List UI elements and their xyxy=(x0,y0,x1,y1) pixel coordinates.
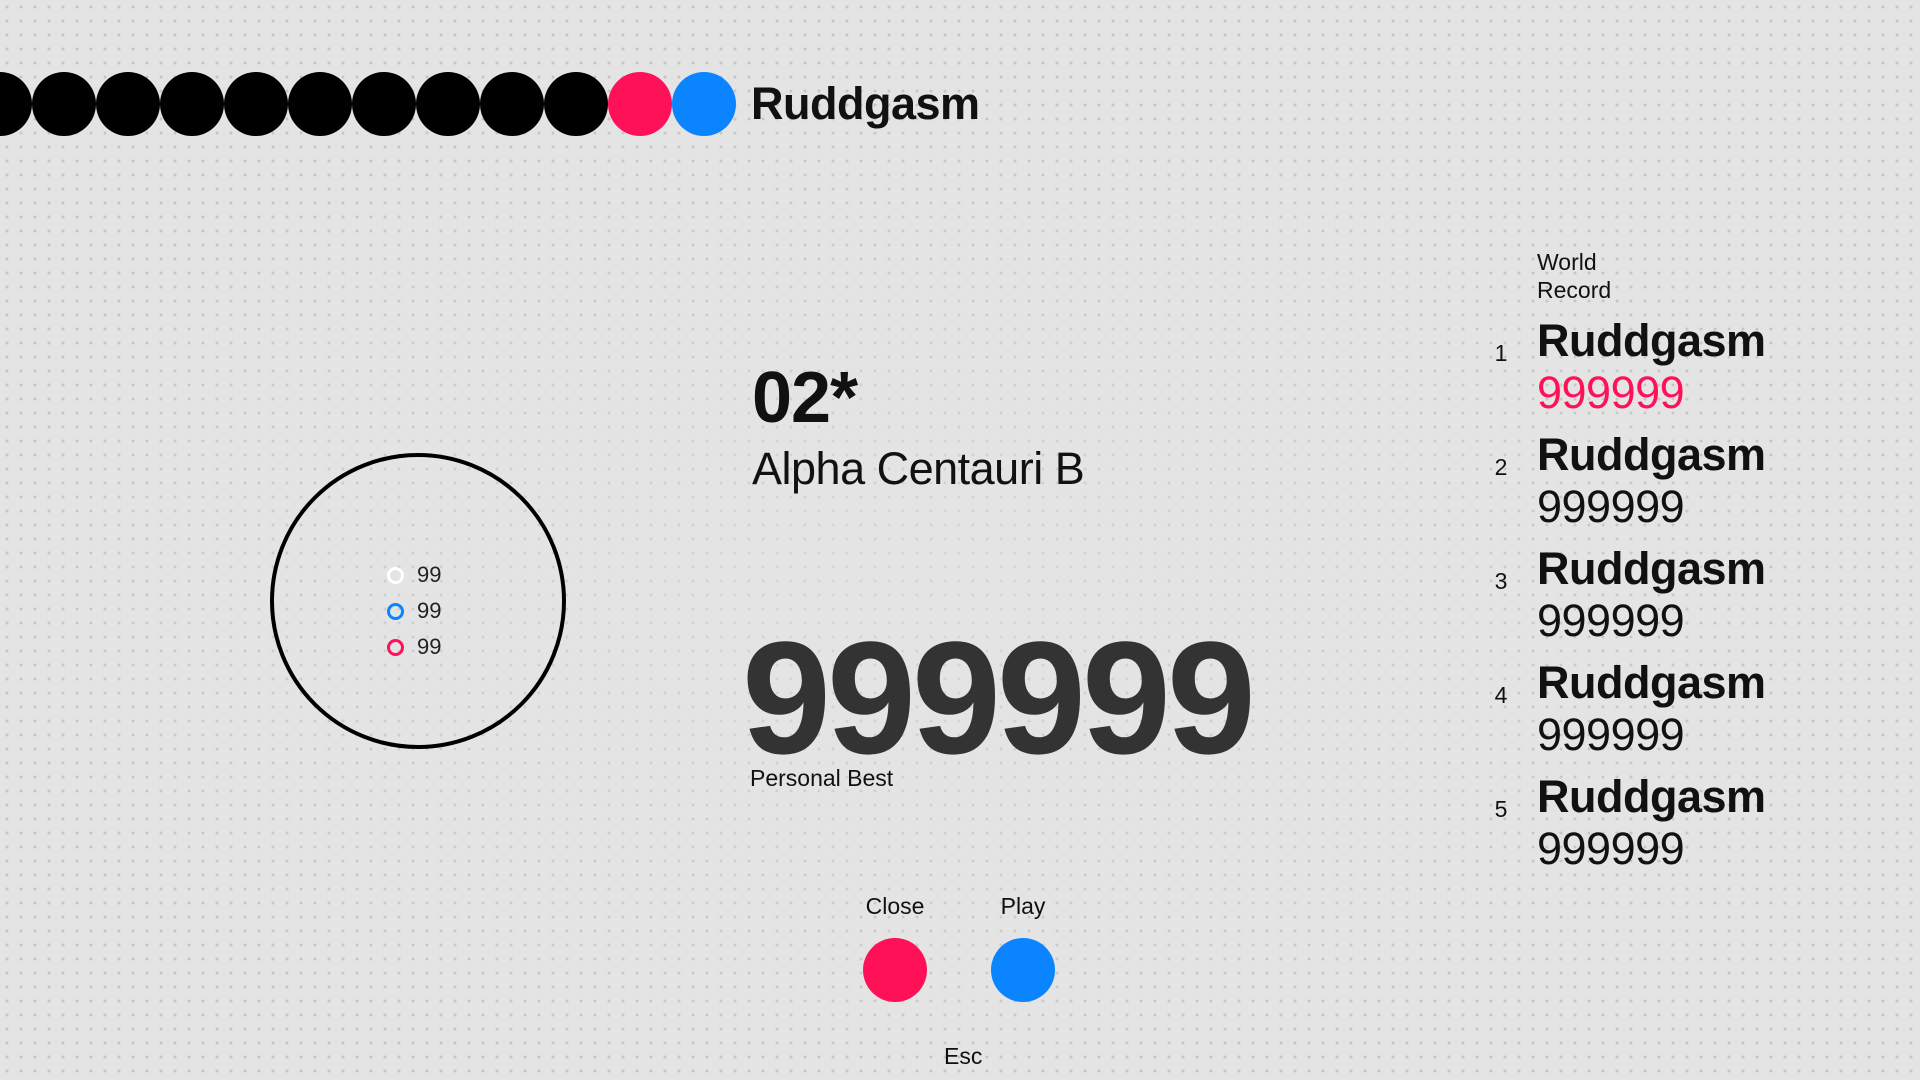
progress-dot xyxy=(32,72,96,136)
stat-row-white: 99 xyxy=(387,562,442,587)
stat-row-blue: 99 xyxy=(387,598,442,623)
close-button[interactable] xyxy=(863,938,927,1002)
play-button[interactable] xyxy=(991,938,1055,1002)
leaderboard-rank: 3 xyxy=(1494,568,1508,594)
leaderboard-entry: 1 Ruddgasm 999999 xyxy=(1490,318,1790,432)
leaderboard-rank: 2 xyxy=(1494,454,1508,480)
stat-value-white: 99 xyxy=(417,562,442,587)
leaderboard-name: Ruddgasm xyxy=(1537,543,1766,594)
stats-ring: 99 99 99 xyxy=(270,453,566,749)
red-ring-icon xyxy=(387,638,404,656)
player-name: Ruddgasm xyxy=(751,78,980,129)
personal-best-score: 999999 xyxy=(742,608,1256,787)
level-number: 02* xyxy=(752,358,858,438)
close-label: Close xyxy=(865,893,925,919)
leaderboard-score: 999999 xyxy=(1537,595,1685,646)
world-record-title: World Record xyxy=(1537,249,1612,303)
progress-dot xyxy=(160,72,224,136)
leaderboard-name: Ruddgasm xyxy=(1537,771,1766,822)
progress-dot xyxy=(96,72,160,136)
leaderboard-score: 999999 xyxy=(1537,367,1685,418)
leaderboard-name: Ruddgasm xyxy=(1537,429,1766,480)
player-progress-bar: Ruddgasm xyxy=(0,72,980,136)
progress-dot xyxy=(0,72,32,136)
progress-dot xyxy=(352,72,416,136)
leaderboard-rank: 1 xyxy=(1494,340,1508,366)
progress-dot-blue xyxy=(672,72,736,136)
progress-dot xyxy=(480,72,544,136)
leaderboard-score: 999999 xyxy=(1537,481,1685,532)
leaderboard-score: 999999 xyxy=(1537,709,1685,760)
esc-hint: Esc xyxy=(944,1043,983,1069)
progress-dot xyxy=(288,72,352,136)
leaderboard-entry: 2 Ruddgasm 999999 xyxy=(1490,432,1790,546)
progress-dot xyxy=(416,72,480,136)
progress-dot xyxy=(544,72,608,136)
leaderboard-rank: 4 xyxy=(1494,682,1508,708)
stat-value-blue: 99 xyxy=(417,598,442,623)
close-action: Close xyxy=(835,895,955,1002)
personal-best-label: Personal Best xyxy=(750,765,894,791)
leaderboard-name: Ruddgasm xyxy=(1537,657,1766,708)
leaderboard-entry: 3 Ruddgasm 999999 xyxy=(1490,546,1790,660)
stat-value-red: 99 xyxy=(417,634,442,659)
leaderboard-rank: 5 xyxy=(1494,796,1508,822)
leaderboard-entry: 5 Ruddgasm 999999 xyxy=(1490,774,1790,888)
play-label: Play xyxy=(1000,893,1046,919)
play-action: Play xyxy=(963,895,1083,1002)
progress-dot xyxy=(224,72,288,136)
white-ring-icon xyxy=(387,566,404,584)
leaderboard-name: Ruddgasm xyxy=(1537,315,1766,366)
leaderboard-entry: 4 Ruddgasm 999999 xyxy=(1490,660,1790,774)
leaderboard-score: 999999 xyxy=(1537,823,1685,874)
level-name: Alpha Centauri B xyxy=(752,443,1085,494)
blue-ring-icon xyxy=(387,602,404,620)
stat-row-red: 99 xyxy=(387,634,442,659)
progress-dot-red xyxy=(608,72,672,136)
